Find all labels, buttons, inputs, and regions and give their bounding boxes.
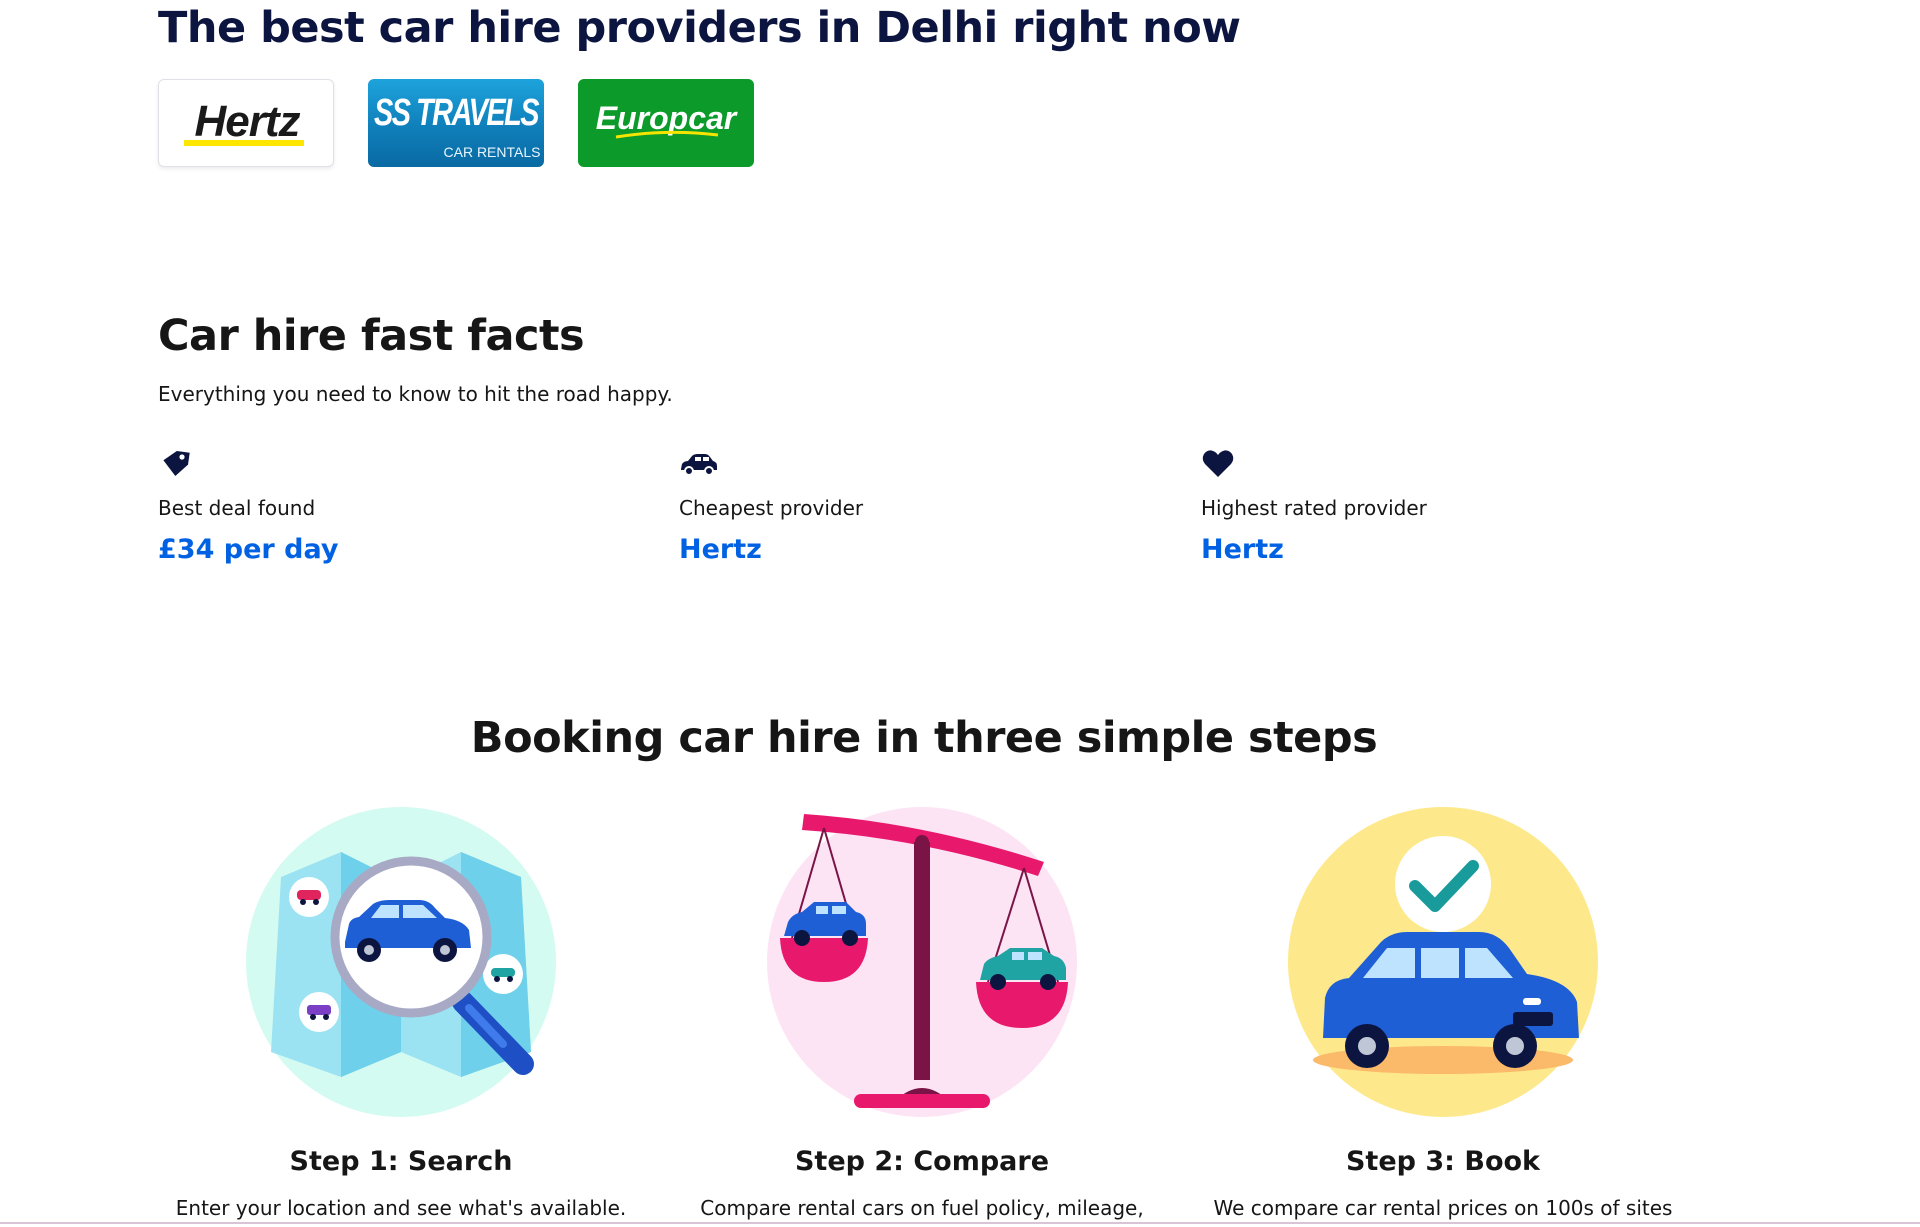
fact-value-cheapest-provider[interactable]: Hertz [679, 534, 762, 565]
page-divider [0, 1222, 1920, 1224]
step-compare: Step 2: Compare Compare rental cars on f… [672, 802, 1172, 1220]
price-tag-icon [163, 450, 190, 477]
step-title: Step 2: Compare [794, 1146, 1050, 1177]
step-description: We compare car rental prices on 100s of … [1213, 1196, 1673, 1220]
fact-value-highest-rated[interactable]: Hertz [1201, 534, 1284, 565]
ss-travels-logo-image: SS TRAVELS CAR RENTALS [374, 92, 541, 160]
provider-logo-list: Hertz SS TRAVELS CAR RENTALS Europcar [158, 79, 754, 167]
car-icon [681, 454, 717, 476]
map-magnifier-illustration [246, 807, 556, 1117]
heart-icon [1202, 450, 1234, 477]
step-search: Step 1: Search Enter your location and s… [151, 802, 651, 1220]
steps-heading: Booking car hire in three simple steps [470, 713, 1378, 763]
step-book: Step 3: Book We compare car rental price… [1193, 802, 1693, 1220]
europcar-logo-image: Europcar [596, 100, 738, 139]
fact-label: Best deal found [158, 496, 316, 520]
fact-label: Cheapest provider [679, 496, 864, 520]
fast-facts-subtitle: Everything you need to know to hit the r… [158, 382, 673, 406]
ss-travels-logo[interactable]: SS TRAVELS CAR RENTALS [368, 79, 544, 167]
step-description: Compare rental cars on fuel policy, mile… [700, 1196, 1144, 1220]
car-check-illustration [1288, 807, 1598, 1117]
step-title: Step 3: Book [1345, 1146, 1540, 1177]
step-description: Enter your location and see what's avail… [175, 1196, 627, 1220]
europcar-logo[interactable]: Europcar [578, 79, 754, 167]
hertz-logo-image: Hertz [184, 97, 304, 146]
step-title: Step 1: Search [289, 1146, 513, 1177]
providers-heading: The best car hire providers in Delhi rig… [158, 3, 1241, 53]
fact-label: Highest rated provider [1201, 496, 1427, 520]
europcar-wordmark: Europcar [596, 100, 738, 136]
fact-cheapest-provider: Cheapest provider Hertz [679, 448, 1159, 565]
ss-travels-subtitle: CAR RENTALS [444, 144, 541, 160]
fact-highest-rated: Highest rated provider Hertz [1201, 448, 1681, 565]
hertz-logo[interactable]: Hertz [158, 79, 334, 167]
ss-travels-wordmark: SS TRAVELS [374, 92, 539, 134]
fact-value-best-deal[interactable]: £34 per day [158, 534, 338, 565]
scales-illustration [767, 807, 1077, 1117]
fact-best-deal: Best deal found £34 per day [158, 448, 638, 565]
fast-facts-heading: Car hire fast facts [158, 311, 585, 361]
hertz-wordmark: Hertz [194, 97, 300, 146]
